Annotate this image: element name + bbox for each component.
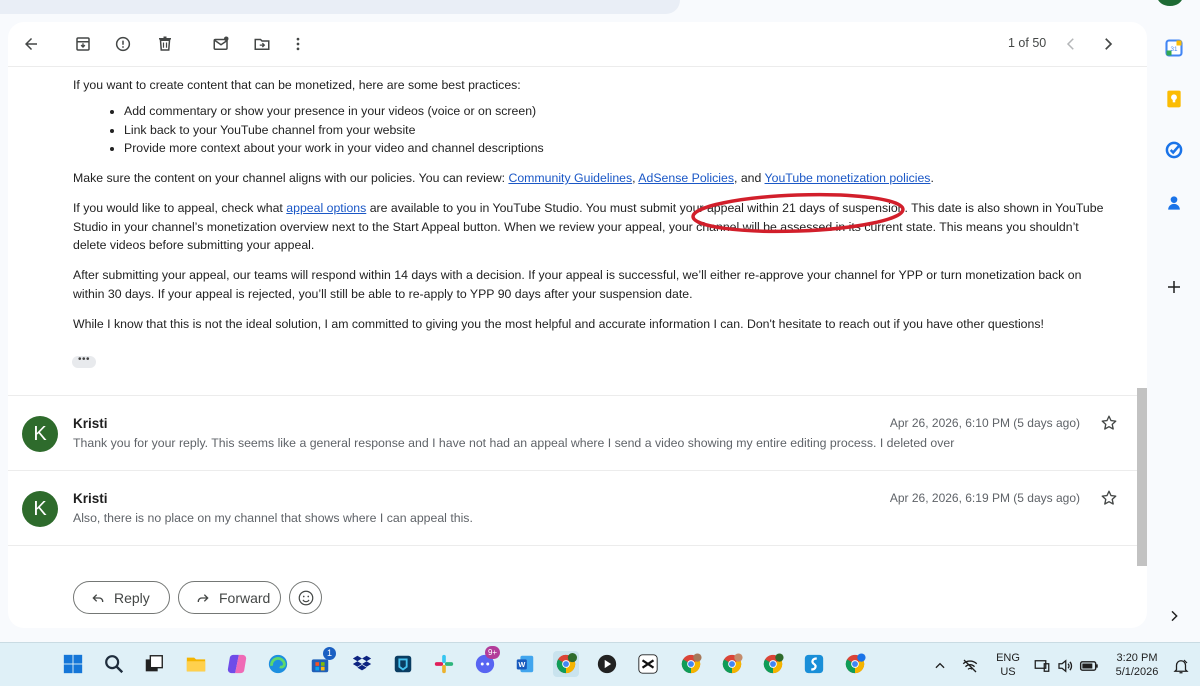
- account-avatar[interactable]: [1157, 0, 1183, 6]
- chrome-yt-icon[interactable]: [842, 651, 868, 677]
- reply-icon: [92, 593, 104, 602]
- mark-unread-icon[interactable]: [211, 34, 231, 54]
- message-snippet: Thank you for your reply. This seems lik…: [73, 436, 955, 450]
- language-indicator[interactable]: ENG US: [993, 651, 1023, 679]
- file-explorer-icon[interactable]: [183, 651, 209, 677]
- svg-text:W: W: [518, 660, 525, 669]
- add-addon-icon[interactable]: [1164, 277, 1184, 297]
- avatar: K: [22, 416, 58, 452]
- text-span: .: [930, 171, 934, 186]
- app-icon[interactable]: [390, 651, 416, 677]
- older-chevron-icon[interactable]: [1098, 34, 1118, 54]
- back-arrow-icon[interactable]: [21, 34, 41, 54]
- policies-paragraph: Make sure the content on your channel al…: [73, 169, 1113, 187]
- message-date: Apr 26, 2026, 6:19 PM (5 days ago): [889, 491, 1080, 505]
- mail-panel: 1 of 50 If you want to create content th…: [8, 22, 1147, 628]
- windows-taskbar: 1 9+ W ENG US 3:20 PM 5/1/2026: [0, 642, 1200, 686]
- clock-time: 3:20 PM: [1116, 652, 1158, 664]
- community-guidelines-link[interactable]: Community Guidelines: [508, 171, 632, 185]
- thread-message[interactable]: K Kristi Thank you for your reply. This …: [8, 396, 1147, 470]
- thread-message[interactable]: K Kristi Also, there is no place on my c…: [8, 471, 1147, 545]
- google-calendar-icon[interactable]: 31: [1164, 38, 1184, 58]
- microsoft-store-icon[interactable]: 1: [307, 647, 336, 677]
- list-item: Link back to your YouTube channel from y…: [124, 121, 1113, 139]
- show-trimmed-content-button[interactable]: •••: [72, 355, 96, 368]
- avatar: K: [22, 491, 58, 527]
- expand-panel-icon[interactable]: [1164, 606, 1184, 626]
- star-icon[interactable]: [1100, 414, 1118, 432]
- list-item: Provide more context about your work in …: [124, 139, 1113, 157]
- task-view-icon[interactable]: [141, 651, 167, 677]
- google-tasks-icon[interactable]: [1164, 140, 1184, 160]
- email-paragraph: If you want to create content that can b…: [73, 78, 521, 92]
- media-player-icon[interactable]: [594, 651, 620, 677]
- network-off-icon[interactable]: [959, 653, 981, 679]
- message-snippet: Also, there is no place on my channel th…: [73, 511, 473, 525]
- sideshift-icon[interactable]: [801, 651, 827, 677]
- display-icon[interactable]: [1031, 653, 1053, 679]
- windows-start-icon[interactable]: [60, 651, 86, 677]
- reply-button[interactable]: Reply: [73, 581, 170, 614]
- calendar-day: 31: [1171, 46, 1178, 53]
- sender-name: Kristi: [73, 491, 108, 506]
- dropbox-icon[interactable]: [349, 651, 375, 677]
- volume-icon[interactable]: [1054, 653, 1076, 679]
- region-code: US: [1000, 666, 1016, 678]
- archive-icon[interactable]: [73, 34, 93, 54]
- response-paragraph: After submitting your appeal, our teams …: [73, 268, 1082, 301]
- best-practices-list: Add commentary or show your presence in …: [124, 102, 1113, 157]
- message-date: Apr 26, 2026, 6:10 PM (5 days ago): [889, 416, 1080, 430]
- chrome-profile-k2-icon[interactable]: [760, 651, 786, 677]
- thread-divider: [8, 545, 1147, 546]
- capcut-icon[interactable]: [635, 651, 661, 677]
- adsense-policies-link[interactable]: AdSense Policies: [638, 171, 734, 185]
- word-icon[interactable]: W: [512, 651, 538, 677]
- appeal-paragraph: If you would like to appeal, check what …: [73, 199, 1113, 254]
- text-span: , and: [734, 171, 765, 186]
- move-to-icon[interactable]: [252, 34, 272, 54]
- toolbar-divider: [8, 66, 1147, 67]
- edge-icon[interactable]: [265, 651, 291, 677]
- clock-date: 5/1/2026: [1115, 666, 1159, 678]
- discord-icon[interactable]: 9+: [472, 646, 500, 677]
- chrome-profile-k-icon[interactable]: [553, 651, 579, 677]
- newer-chevron-icon[interactable]: [1061, 34, 1081, 54]
- chrome-icon[interactable]: [678, 651, 704, 677]
- clock[interactable]: 3:20 PM 5/1/2026: [1108, 651, 1166, 679]
- forward-button[interactable]: Forward: [178, 581, 281, 614]
- google-contacts-icon[interactable]: [1164, 193, 1184, 213]
- battery-icon[interactable]: [1078, 653, 1100, 679]
- forward-icon: [197, 593, 209, 602]
- more-vert-icon[interactable]: [288, 34, 308, 54]
- search-icon[interactable]: [101, 651, 127, 677]
- appeal-options-link[interactable]: appeal options: [286, 201, 366, 215]
- chrome-profile-icon[interactable]: [719, 651, 745, 677]
- report-spam-icon[interactable]: [113, 34, 133, 54]
- emoji-reaction-button[interactable]: [289, 581, 322, 614]
- copilot-icon[interactable]: [224, 651, 250, 677]
- delete-icon[interactable]: [155, 34, 175, 54]
- pagination-count: 1 of 50: [1008, 36, 1047, 50]
- discord-badge: 9+: [485, 646, 500, 659]
- reply-label: Reply: [114, 589, 150, 606]
- notifications-bell-icon[interactable]: [1170, 653, 1192, 679]
- monetization-policies-link[interactable]: YouTube monetization policies: [765, 171, 931, 185]
- list-item: Add commentary or show your presence in …: [124, 102, 1113, 120]
- google-keep-icon[interactable]: [1164, 89, 1184, 109]
- slack-icon[interactable]: [431, 651, 457, 677]
- language-code: ENG: [996, 652, 1020, 664]
- store-badge: 1: [323, 647, 336, 660]
- scrollbar-thumb[interactable]: [1137, 388, 1147, 566]
- mail-toolbar: 1 of 50: [8, 22, 1147, 66]
- email-body: If you want to create content that can b…: [73, 76, 1113, 345]
- show-hidden-icons-chevron-icon[interactable]: [930, 653, 950, 679]
- search-bar-remnant: [0, 0, 680, 14]
- text-span: Make sure the content on your channel al…: [73, 171, 509, 186]
- closing-paragraph: While I know that this is not the ideal …: [73, 316, 1044, 331]
- text-span: If you would like to appeal, check what: [73, 201, 287, 216]
- star-icon[interactable]: [1100, 489, 1118, 507]
- emoji-icon: [298, 590, 313, 605]
- forward-label: Forward: [219, 589, 271, 606]
- sender-name: Kristi: [73, 416, 108, 431]
